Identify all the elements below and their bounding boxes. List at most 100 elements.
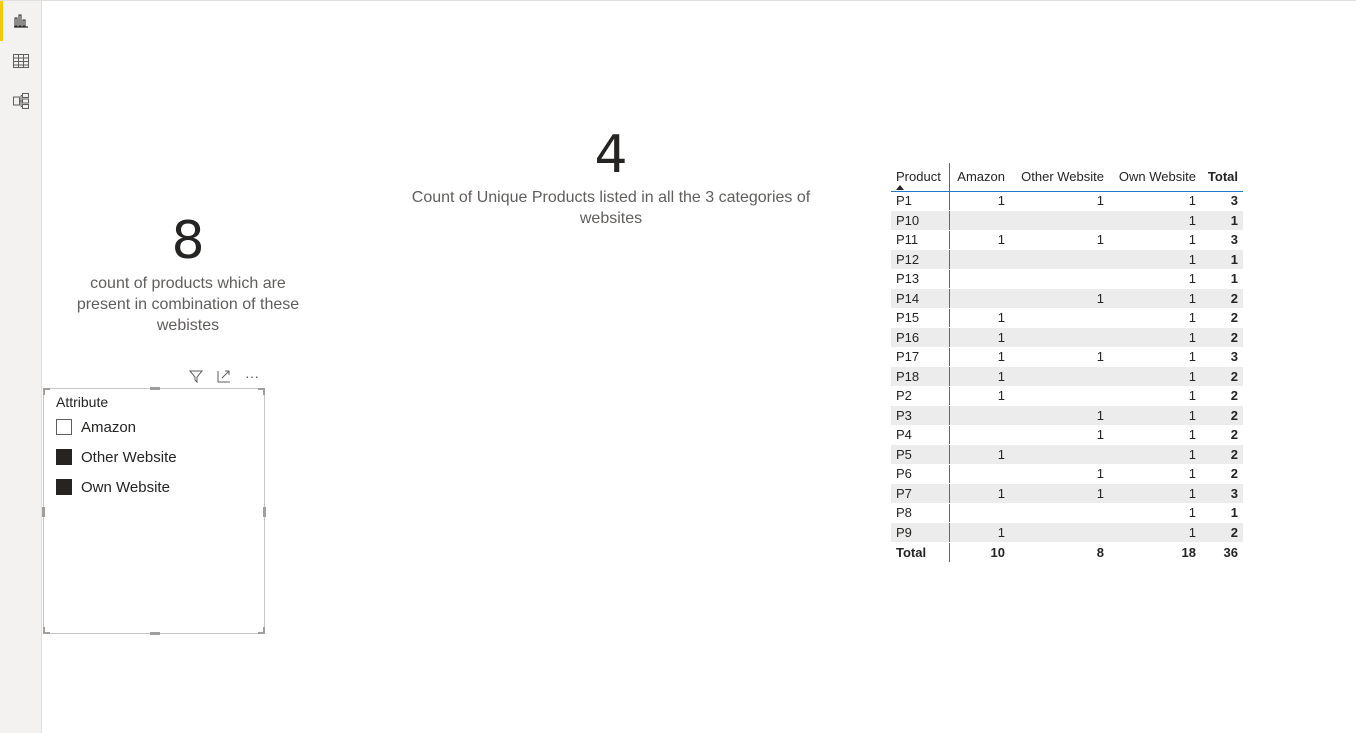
slicer-item-label: Amazon [81,418,137,436]
cell-amazon [949,464,1010,484]
cell-amazon [949,269,1010,289]
table-row[interactable]: P18 1 1 2 [891,366,1243,387]
table-row[interactable]: P1 1 1 1 3 [891,191,1243,211]
column-header-total[interactable]: Total [1201,163,1243,192]
slicer-item-amazon[interactable]: Amazon [56,416,136,438]
cell-other-website [1010,444,1109,465]
cell-other-website: 1 [1010,347,1109,367]
checkbox-icon[interactable] [56,419,72,435]
resize-handle[interactable] [43,627,50,634]
cell-product: P7 [891,483,950,504]
table-row[interactable]: P5 1 1 2 [891,444,1243,465]
table-row[interactable]: P13 1 1 [891,269,1243,289]
matrix-body: P1 1 1 1 3 P10 1 1 P11 1 1 1 3 P12 1 1 P13 1 1 P14 1 1 2 P15 1 1 2… [891,191,1243,563]
total-cell-product: Total [891,542,950,563]
report-view-button[interactable] [0,1,42,41]
sort-ascending-icon[interactable] [896,184,904,190]
cell-product: P17 [891,347,950,367]
cell-other-website: 1 [1010,464,1109,484]
resize-handle[interactable] [150,632,160,635]
unique-products-card[interactable]: 4 Count of Unique Products listed in all… [400,129,822,229]
cell-own-website: 1 [1109,230,1201,250]
cell-total: 3 [1201,483,1243,504]
combination-count-card[interactable]: 8 count of products which are present in… [64,215,312,336]
table-row[interactable]: P8 1 1 [891,503,1243,523]
cell-amazon [949,249,1010,270]
cell-other-website: 1 [1010,425,1109,445]
cell-total: 3 [1201,230,1243,250]
cell-other-website [1010,522,1109,543]
checkbox-checked-icon[interactable] [56,479,72,495]
more-options-icon[interactable]: ··· [243,367,261,385]
table-row[interactable]: P4 1 1 2 [891,425,1243,445]
slicer-visual-header: ··· [187,367,261,385]
cell-own-website: 1 [1109,425,1201,445]
cell-own-website: 1 [1109,444,1201,465]
cell-total: 1 [1201,210,1243,231]
cell-amazon [949,288,1010,309]
filter-icon[interactable] [187,367,205,385]
bar-chart-icon [14,14,28,28]
attribute-slicer[interactable]: Attribute Amazon Other Website Own Websi… [42,387,266,635]
cell-product: P9 [891,522,950,543]
table-row[interactable]: P14 1 1 2 [891,288,1243,309]
table-row[interactable]: P6 1 1 2 [891,464,1243,484]
cell-product: P12 [891,249,950,270]
cell-own-website: 1 [1109,522,1201,543]
slicer-title: Attribute [56,394,109,410]
total-cell-amazon: 10 [949,542,1010,563]
slicer-item-own-website[interactable]: Own Website [56,476,170,498]
product-matrix[interactable]: Product Amazon Other Website Own Website… [891,163,1243,563]
resize-handle[interactable] [42,507,45,517]
top-border [0,0,1356,1]
table-row[interactable]: P12 1 1 [891,249,1243,270]
cell-own-website: 1 [1109,405,1201,426]
table-row[interactable]: P10 1 1 [891,210,1243,231]
matrix-header-row: Product Amazon Other Website Own Website… [891,163,1243,192]
table-row[interactable]: P11 1 1 1 3 [891,230,1243,250]
total-row: Total 10 8 18 36 [891,542,1243,563]
checkbox-checked-icon[interactable] [56,449,72,465]
cell-own-website: 1 [1109,210,1201,231]
data-view-button[interactable] [0,41,42,81]
slicer-item-other-website[interactable]: Other Website [56,446,177,468]
table-row[interactable]: P16 1 1 2 [891,327,1243,348]
resize-handle[interactable] [258,627,265,634]
column-header-product[interactable]: Product [891,163,950,192]
cell-amazon: 1 [949,366,1010,387]
cell-amazon: 1 [949,347,1010,367]
cell-total: 2 [1201,425,1243,445]
cell-total: 2 [1201,288,1243,309]
table-row[interactable]: P3 1 1 2 [891,405,1243,426]
column-header-own-website[interactable]: Own Website [1109,163,1201,192]
cell-amazon: 1 [949,483,1010,504]
cell-other-website [1010,269,1109,289]
slicer-item-label: Other Website [81,448,177,466]
cell-own-website: 1 [1109,347,1201,367]
resize-handle[interactable] [258,388,265,395]
cell-other-website: 1 [1010,230,1109,250]
resize-handle[interactable] [150,387,160,390]
cell-product: P13 [891,269,950,289]
focus-mode-icon[interactable] [215,367,233,385]
cell-other-website: 1 [1010,288,1109,309]
table-row[interactable]: P7 1 1 1 3 [891,483,1243,504]
resize-handle[interactable] [263,507,266,517]
slicer-item-label: Own Website [81,478,170,496]
cell-product: P11 [891,230,950,250]
cell-other-website [1010,249,1109,270]
table-row[interactable]: P15 1 1 2 [891,308,1243,328]
cell-own-website: 1 [1109,327,1201,348]
cell-total: 2 [1201,522,1243,543]
resize-handle[interactable] [43,388,50,395]
cell-own-website: 1 [1109,288,1201,309]
column-header-amazon[interactable]: Amazon [949,163,1010,192]
cell-own-website: 1 [1109,366,1201,387]
table-row[interactable]: P2 1 1 2 [891,386,1243,406]
column-header-other-website[interactable]: Other Website [1010,163,1109,192]
table-row[interactable]: P9 1 1 2 [891,522,1243,543]
model-view-button[interactable] [0,81,42,121]
cell-amazon [949,503,1010,523]
card-value: 8 [171,211,205,271]
table-row[interactable]: P17 1 1 1 3 [891,347,1243,367]
